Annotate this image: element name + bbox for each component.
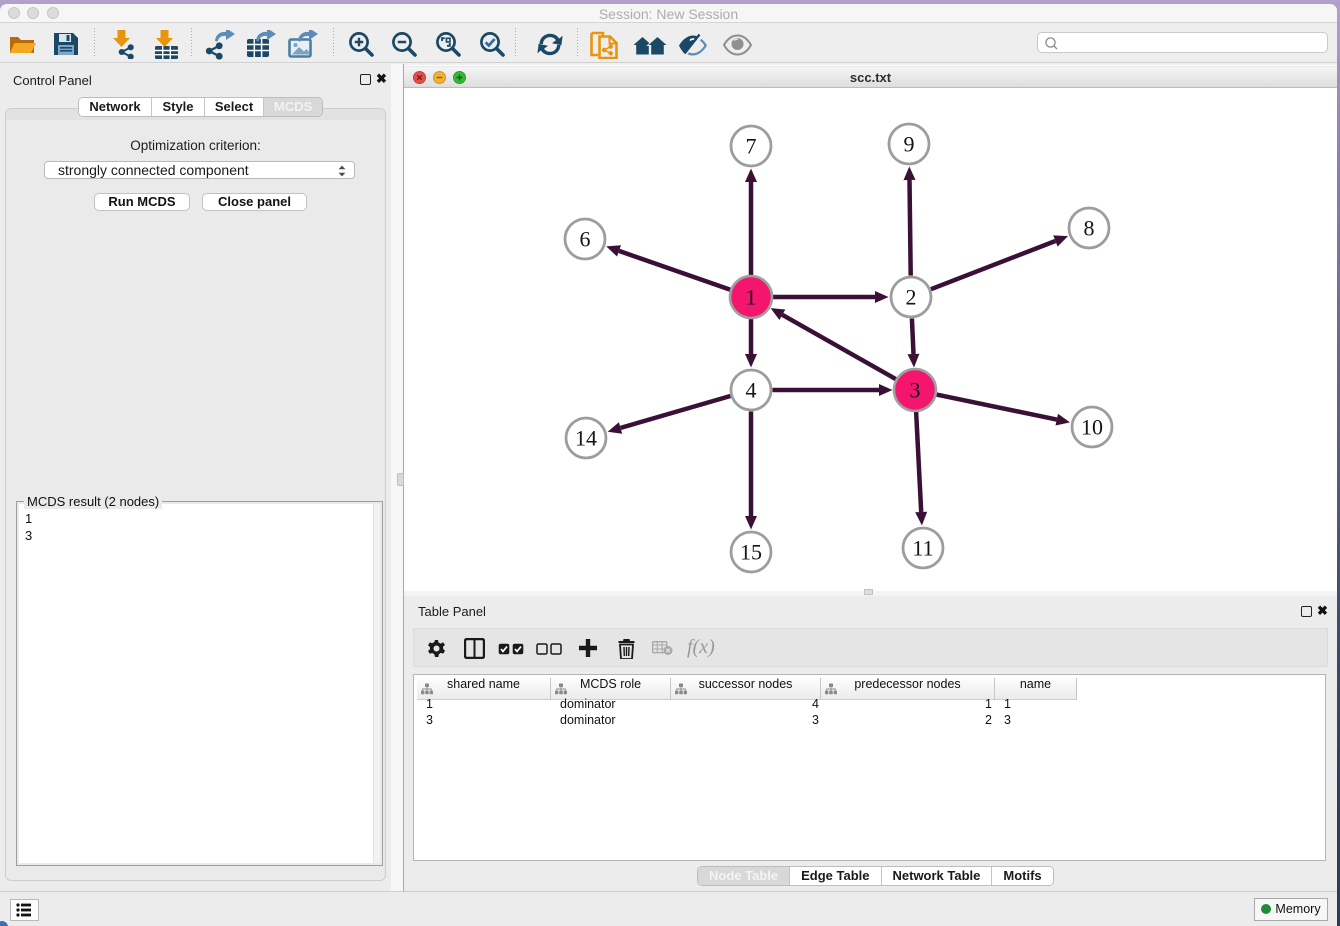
svg-text:7: 7 bbox=[746, 134, 757, 159]
svg-text:4: 4 bbox=[746, 378, 757, 403]
svg-text:3: 3 bbox=[910, 378, 921, 403]
svg-text:11: 11 bbox=[912, 536, 933, 561]
svg-text:15: 15 bbox=[740, 540, 762, 565]
svg-text:6: 6 bbox=[580, 227, 591, 252]
svg-text:9: 9 bbox=[904, 132, 915, 157]
svg-text:1: 1 bbox=[746, 285, 757, 310]
svg-text:10: 10 bbox=[1081, 415, 1103, 440]
svg-text:14: 14 bbox=[575, 426, 597, 451]
svg-text:2: 2 bbox=[906, 285, 917, 310]
svg-text:8: 8 bbox=[1084, 216, 1095, 241]
